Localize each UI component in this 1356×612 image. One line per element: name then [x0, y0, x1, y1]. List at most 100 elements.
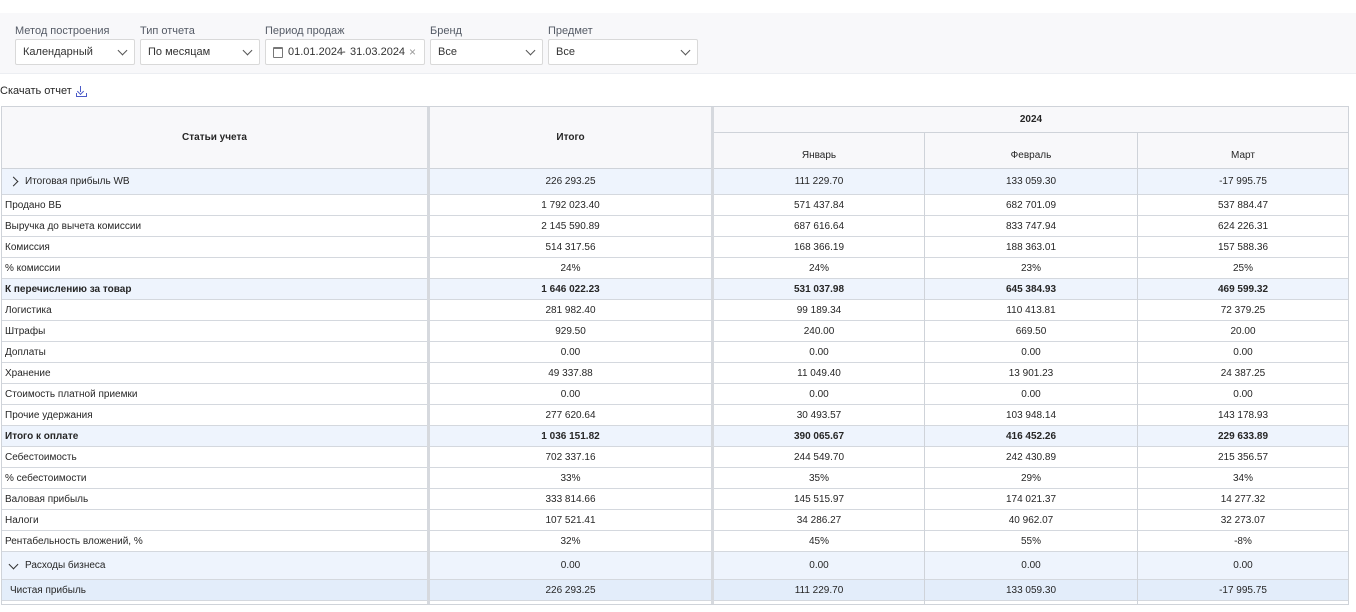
cell-month-3: 537 884.47 [1217, 199, 1269, 211]
cell-total: 1 646 022.23 [541, 283, 600, 295]
row-cost-pct: % себестоимости 33% 35% 29% 34% [2, 468, 1348, 489]
cell-month-3: 469 599.32 [1217, 283, 1269, 295]
cell-total: 1 036 151.82 [541, 430, 600, 442]
cell-month-2: 13 901.23 [1008, 367, 1054, 379]
cell-month-3: 157 588.36 [1217, 241, 1269, 253]
row-label-text: Рентабельность вложений, % [5, 535, 143, 547]
chevron-down-icon [242, 45, 253, 56]
row-label-text: Итого к оплате [5, 430, 79, 442]
filter-subject-label: Предмет [548, 25, 593, 37]
cell-total: 277 620.64 [545, 409, 596, 421]
row-business-expenses[interactable]: Расходы бизнеса 0.00 0.00 0.00 0.00 [2, 552, 1348, 580]
row-label-text: Доплаты [5, 346, 46, 358]
row-label: Комиссия [5, 237, 50, 257]
cell-month-3: 25% [1232, 262, 1253, 274]
row-sold: Продано ВБ 1 792 023.40 571 437.84 682 701.… [2, 195, 1348, 216]
chevron-down-icon [525, 45, 536, 56]
header-total: Итого [430, 107, 711, 168]
clear-icon[interactable]: × [409, 40, 416, 64]
row-revenue: Выручка до вычета комиссии 2 145 590.89 68… [2, 216, 1348, 237]
period-separator: - [342, 46, 346, 58]
row-label: Рентабельность вложений, % [5, 531, 143, 551]
row-net-profit: Чистая прибыль 226 293.25 111 229.70 133 05… [2, 580, 1348, 601]
row-surcharges: Доплаты 0.00 0.00 0.00 0.00 [2, 342, 1348, 363]
cell-month-3: 215 356.57 [1217, 451, 1269, 463]
filter-report-type: Тип отчета По месяцам [140, 24, 260, 65]
row-label-text: Комиссия [5, 241, 50, 253]
cell-month-1: 571 437.84 [793, 199, 845, 211]
cell-total: 929.50 [555, 325, 586, 337]
cell-month-2: 133 059.30 [1005, 176, 1057, 187]
period-start-input[interactable]: 01.01.2024 [288, 40, 343, 64]
row-label-text: Себестоимость [5, 451, 77, 463]
cell-month-1: 11 049.40 [797, 367, 841, 379]
row-label-text: % себестоимости [5, 472, 87, 484]
row-label: Налоги [5, 510, 39, 530]
chevron-right-icon[interactable] [8, 176, 19, 187]
cell-month-1: 0.00 [809, 388, 829, 400]
row-label-text: % комиссии [5, 262, 61, 274]
cell-month-2: 23% [1020, 262, 1041, 274]
row-label: Расходы бизнеса [5, 552, 105, 579]
filter-method: Метод построения Календарный [15, 24, 135, 65]
cell-month-3: 0.00 [1233, 388, 1253, 400]
cell-month-2: 133 059.30 [1005, 584, 1057, 596]
brand-select-value: Все [438, 46, 457, 58]
download-report-link[interactable]: Скачать отчет [0, 84, 87, 98]
cell-month-3: 0.00 [1233, 346, 1253, 358]
cell-total: 702 337.16 [545, 451, 596, 463]
row-commission: Комиссия 514 317.56 168 366.19 188 363.01 15… [2, 237, 1348, 258]
cell-month-2: 103 948.14 [1005, 409, 1057, 421]
cell-month-1: 531 037.98 [793, 283, 845, 295]
row-label-text: Штрафы [5, 325, 46, 337]
header-month-mar: Март [1138, 133, 1348, 168]
cell-month-2: 416 452.26 [1005, 430, 1057, 442]
method-select[interactable]: Календарный [15, 39, 135, 65]
period-end-input[interactable]: 31.03.2024 [350, 40, 405, 64]
filter-brand-label: Бренд [430, 25, 462, 37]
row-label: Доплаты [5, 342, 46, 362]
chevron-down-icon[interactable] [8, 559, 19, 569]
calendar-icon [273, 47, 283, 58]
report-type-select-value: По месяцам [148, 46, 211, 58]
cell-month-2: 0.00 [1021, 388, 1041, 400]
row-label: Логистика [5, 300, 52, 320]
subject-select[interactable]: Все [548, 39, 698, 65]
row-label: Продано ВБ [5, 195, 62, 215]
cell-total: 24% [560, 262, 581, 274]
cell-month-3: 72 379.25 [1220, 304, 1266, 316]
cell-month-2: 40 962.07 [1008, 514, 1054, 526]
cell-month-1: 168 366.19 [793, 241, 845, 253]
cell-month-3: 24 387.25 [1220, 367, 1266, 379]
report-type-select[interactable]: По месяцам [140, 39, 260, 65]
row-label: Итоговая прибыль WB [5, 169, 130, 194]
cell-month-3: 624 226.31 [1217, 220, 1269, 232]
cell-total: 107 521.41 [545, 514, 596, 526]
cell-month-3: 20.00 [1230, 325, 1256, 337]
cell-month-3: 229 633.89 [1217, 430, 1269, 442]
row-taxes: Налоги 107 521.41 34 286.27 40 962.07 32 273… [2, 510, 1348, 531]
row-label-text: Выручка до вычета комиссии [5, 220, 142, 232]
cell-month-1: 390 065.67 [793, 430, 845, 442]
row-label-text: Итоговая прибыль WB [25, 176, 130, 187]
cell-month-3: 14 277.32 [1220, 493, 1266, 505]
cell-total: 226 293.25 [545, 176, 596, 187]
row-wb-total-profit[interactable]: Итоговая прибыль WB 226 293.25 111 229.70 1… [2, 169, 1348, 195]
filter-period: Период продаж 01.01.2024 - 31.03.2024 × [265, 24, 425, 65]
filter-brand: Бренд Все [430, 24, 543, 65]
cell-month-2: 55% [1020, 535, 1041, 547]
row-cost: Себестоимость 702 337.16 244 549.70 242 430… [2, 447, 1348, 468]
cell-month-1: 24% [808, 262, 829, 274]
row-roi: Рентабельность вложений, % 32% 45% 55% -8% [2, 531, 1348, 552]
period-range-picker[interactable]: 01.01.2024 - 31.03.2024 × [265, 39, 425, 65]
cell-month-2: 188 363.01 [1005, 241, 1057, 253]
row-label-text: Стоимость платной приемки [5, 388, 138, 400]
row-fines: Штрафы 929.50 240.00 669.50 20.00 [2, 321, 1348, 342]
cell-total: 0.00 [560, 388, 581, 400]
filter-bar: Метод построения Календарный Тип отчета … [0, 13, 1356, 74]
cell-total: 49 337.88 [548, 367, 593, 379]
row-label: Прочие удержания [5, 405, 93, 425]
brand-select[interactable]: Все [430, 39, 543, 65]
cell-month-2: 669.50 [1015, 325, 1047, 337]
row-label: Хранение [5, 363, 51, 383]
